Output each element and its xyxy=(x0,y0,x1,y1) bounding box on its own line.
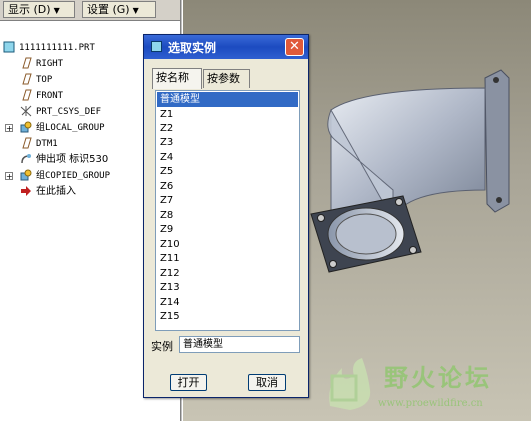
tree-item-label: RIGHT xyxy=(36,59,64,69)
datum-plane-icon xyxy=(22,73,32,85)
cancel-button[interactable]: 取消 xyxy=(248,374,286,391)
list-item[interactable]: Z6 xyxy=(157,179,298,194)
coordinate-system-icon xyxy=(20,105,32,117)
close-icon[interactable]: ✕ xyxy=(285,38,304,56)
watermark-title: 野火论坛 xyxy=(384,364,492,392)
tree-item-label: FRONT xyxy=(36,91,64,101)
protrusion-icon xyxy=(21,154,31,164)
select-instance-dialog: 选取实例 ✕ 按名称 按参数 普通模型 Z1 Z2 Z3 Z4 Z5 Z6 Z7… xyxy=(143,34,309,398)
tree-item-label: 组COPIED_GROUP xyxy=(36,171,111,181)
tree-item-top[interactable]: TOP xyxy=(20,72,52,88)
tree-item-protrusion[interactable]: 伸出项 标识530 xyxy=(20,152,108,168)
list-item[interactable]: Z9 xyxy=(157,222,298,237)
list-item[interactable]: Z7 xyxy=(157,193,298,208)
list-item[interactable]: Z8 xyxy=(157,208,298,223)
list-item[interactable]: Z3 xyxy=(157,135,298,150)
tree-item-front[interactable]: FRONT xyxy=(20,88,63,104)
tree-item-csys[interactable]: PRT_CSYS_DEF xyxy=(20,104,101,120)
list-item[interactable]: Z10 xyxy=(157,237,298,252)
datum-plane-icon xyxy=(22,57,32,69)
list-item[interactable]: Z15 xyxy=(157,309,298,324)
list-item[interactable]: 普通模型 xyxy=(157,92,298,107)
list-item[interactable]: Z14 xyxy=(157,295,298,310)
group-icon xyxy=(20,121,32,133)
tree-item-label: 组LOCAL_GROUP xyxy=(36,123,105,133)
tab-by-parameter[interactable]: 按参数 xyxy=(203,69,250,88)
display-menu-label: 显示 (D) xyxy=(8,3,51,16)
dialog-title: 选取实例 xyxy=(168,41,217,55)
list-item[interactable]: Z1 xyxy=(157,107,298,122)
tree-item-label: DTM1 xyxy=(36,139,58,149)
list-item[interactable]: Z2 xyxy=(157,121,298,136)
tree-item-label: 在此插入 xyxy=(36,186,76,197)
watermark: 野火论坛 www.proewildfire.cn xyxy=(318,352,528,416)
tree-item-dtm1[interactable]: DTM1 xyxy=(20,136,58,152)
tree-item-label: TOP xyxy=(36,75,53,85)
tree-item-local-group[interactable]: 组LOCAL_GROUP xyxy=(20,120,105,136)
list-item[interactable]: Z4 xyxy=(157,150,298,165)
display-menu-button[interactable]: 显示 (D) ▼ xyxy=(3,1,75,18)
chevron-down-icon: ▼ xyxy=(53,6,60,15)
settings-menu-button[interactable]: 设置 (G) ▼ xyxy=(82,1,156,18)
tree-item-right[interactable]: RIGHT xyxy=(20,56,63,72)
part-icon xyxy=(3,41,15,53)
tree-item-copied-group[interactable]: 组COPIED_GROUP xyxy=(20,168,110,184)
open-button[interactable]: 打开 xyxy=(170,374,207,391)
instance-list[interactable]: 普通模型 Z1 Z2 Z3 Z4 Z5 Z6 Z7 Z8 Z9 Z10 Z11 … xyxy=(155,90,300,331)
tab-by-name[interactable]: 按名称 xyxy=(152,68,202,89)
chevron-down-icon: ▼ xyxy=(132,6,139,15)
tree-item-part[interactable]: 1111111111.PRT xyxy=(3,40,95,56)
watermark-url: www.proewildfire.cn xyxy=(378,398,483,409)
list-item[interactable]: Z11 xyxy=(157,251,298,266)
list-item[interactable]: Z12 xyxy=(157,266,298,281)
instance-name-field[interactable]: 普通模型 xyxy=(179,336,300,353)
tree-item-label: 1111111111.PRT xyxy=(19,43,95,53)
list-item[interactable]: Z13 xyxy=(157,280,298,295)
group-icon xyxy=(20,169,32,181)
insert-here-arrow-icon xyxy=(21,186,31,196)
flame-logo-icon xyxy=(329,358,371,410)
tree-item-insert-here[interactable]: 在此插入 xyxy=(20,184,76,200)
settings-menu-label: 设置 (G) xyxy=(87,3,130,16)
instance-label: 实例 xyxy=(151,340,173,353)
datum-plane-icon xyxy=(22,89,32,101)
list-item[interactable]: Z5 xyxy=(157,164,298,179)
expand-toggle[interactable]: + xyxy=(5,172,13,181)
tree-item-label: 伸出项 标识530 xyxy=(36,154,109,165)
expand-toggle[interactable]: + xyxy=(5,124,13,133)
dialog-titlebar[interactable]: 选取实例 ✕ xyxy=(144,35,308,59)
tree-item-label: PRT_CSYS_DEF xyxy=(36,107,102,117)
model-tree-toolbar: 显示 (D) ▼ 设置 (G) ▼ xyxy=(0,0,180,21)
datum-plane-icon xyxy=(22,137,32,149)
dialog-app-icon xyxy=(151,41,162,52)
